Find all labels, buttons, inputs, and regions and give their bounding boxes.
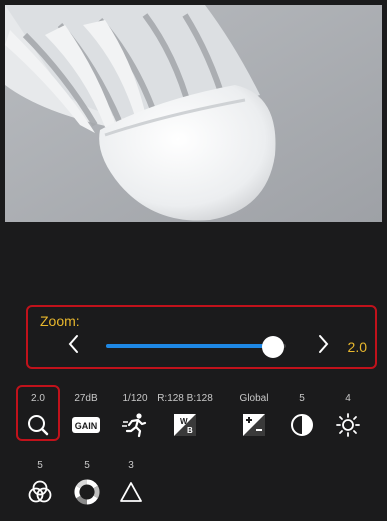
zoom-panel: Zoom: 2.0 bbox=[26, 305, 377, 369]
white-balance-control[interactable]: R:128 B:128 W B bbox=[157, 392, 213, 438]
zoom-increase-chevron-right-icon[interactable] bbox=[313, 333, 333, 355]
zoom-control[interactable]: 2.0 bbox=[14, 392, 62, 438]
saturation-control[interactable]: 5 bbox=[16, 459, 64, 505]
brightness-icon bbox=[336, 413, 360, 437]
exposure-icon bbox=[243, 414, 265, 436]
contrast-control-value: 5 bbox=[299, 393, 305, 404]
white-balance-control-value: R:128 B:128 bbox=[157, 393, 213, 404]
gain-control[interactable]: 27dB GAIN bbox=[62, 392, 110, 438]
gain-icon: GAIN bbox=[72, 417, 100, 433]
shutter-runner-icon bbox=[122, 413, 147, 438]
zoom-slider-fill bbox=[106, 344, 274, 348]
camera-preview bbox=[5, 5, 382, 222]
sharpness-triangle-icon bbox=[120, 482, 142, 502]
exposure-control[interactable]: Global bbox=[230, 392, 278, 438]
sharpness-control-value: 3 bbox=[128, 460, 134, 471]
contrast-icon bbox=[291, 414, 313, 436]
sharpness-control[interactable]: 3 bbox=[107, 459, 155, 505]
shutter-control-value: 1/120 bbox=[122, 393, 148, 404]
gain-control-value: 27dB bbox=[74, 393, 98, 404]
zoom-label: Zoom: bbox=[40, 313, 80, 329]
zoom-control-value: 2.0 bbox=[31, 393, 45, 404]
zoom-value: 2.0 bbox=[347, 339, 367, 355]
zoom-decrease-chevron-left-icon[interactable] bbox=[64, 333, 84, 355]
saturation-control-value: 5 bbox=[37, 460, 43, 471]
brightness-control-value: 4 bbox=[345, 393, 351, 404]
hue-ring-icon bbox=[74, 479, 100, 505]
color-circles-icon bbox=[28, 480, 52, 503]
zoom-slider[interactable] bbox=[106, 336, 286, 358]
white-balance-icon: W B bbox=[174, 414, 196, 436]
svg-text:B: B bbox=[187, 426, 193, 435]
svg-text:W: W bbox=[180, 417, 188, 426]
zoom-slider-thumb[interactable] bbox=[262, 336, 285, 358]
shutter-control[interactable]: 1/120 bbox=[111, 392, 159, 438]
exposure-control-value: Global bbox=[239, 393, 269, 404]
zoom-magnifier-icon bbox=[28, 415, 49, 436]
hue-control-value: 5 bbox=[84, 460, 90, 471]
brightness-control[interactable]: 4 bbox=[324, 392, 372, 438]
contrast-control[interactable]: 5 bbox=[278, 392, 326, 438]
svg-text:GAIN: GAIN bbox=[75, 421, 98, 431]
hue-control[interactable]: 5 bbox=[63, 459, 111, 505]
